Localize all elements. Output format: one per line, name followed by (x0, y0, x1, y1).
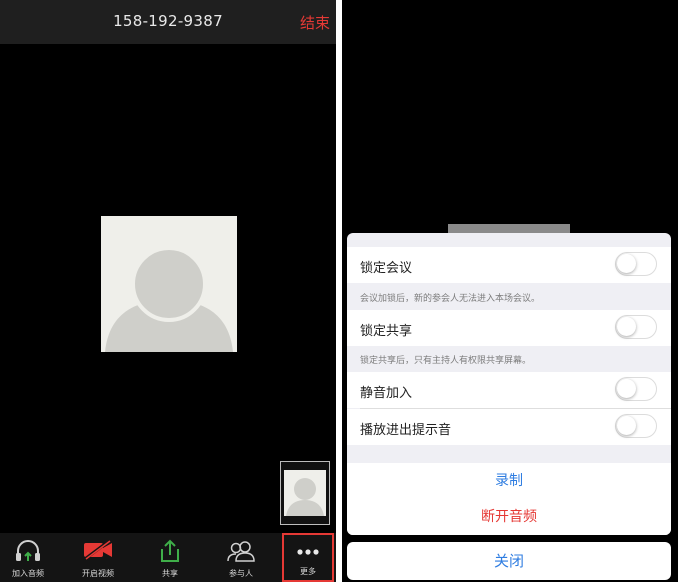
mute-on-entry-row: 静音加入 (347, 372, 671, 408)
lock-share-row: 锁定共享 (347, 310, 671, 346)
headphones-icon (16, 540, 40, 561)
share-button[interactable]: 共享 (142, 533, 198, 582)
more-icon (297, 549, 319, 555)
lock-share-hint: 锁定共享后，只有主持人有权限共享屏幕。 (360, 356, 532, 366)
meeting-screen: 158-192-9387 结束 加入音频 开启视频 共享 参与人 更多 (0, 0, 336, 582)
join-audio-button[interactable]: 加入音频 (0, 533, 56, 582)
toggle-knob (617, 379, 636, 398)
more-button[interactable]: 更多 (282, 533, 334, 582)
start-video-label: 开启视频 (82, 569, 114, 578)
lock-meeting-label: 锁定会议 (360, 261, 413, 276)
toggle-knob (617, 254, 636, 273)
toggle-knob (617, 416, 636, 435)
phone-number: 158-192-9387 (113, 12, 223, 30)
toggle-knob (617, 317, 636, 336)
close-button[interactable]: 关闭 (347, 542, 671, 580)
participant-avatar (101, 216, 237, 352)
more-options-screen: 锁定会议 会议加锁后，新的参会人无法进入本场会议。 锁定共享 锁定共享后，只有主… (342, 0, 678, 582)
participants-label: 参与人 (229, 569, 253, 578)
participants-button[interactable]: 参与人 (213, 533, 269, 582)
more-label: 更多 (300, 567, 316, 576)
avatar-placeholder-icon (286, 478, 324, 516)
chime-label: 播放进出提示音 (360, 423, 452, 438)
avatar-placeholder-icon (105, 246, 233, 352)
end-call-button[interactable]: 结束 (300, 12, 330, 33)
lock-meeting-toggle[interactable] (615, 252, 657, 276)
participants-icon (227, 541, 255, 562)
more-options-sheet: 锁定会议 会议加锁后，新的参会人无法进入本场会议。 锁定共享 锁定共享后，只有主… (347, 233, 671, 535)
lock-meeting-hint: 会议加锁后，新的参会人无法进入本场会议。 (360, 294, 541, 304)
lock-meeting-row: 锁定会议 (347, 247, 671, 283)
start-video-button[interactable]: 开启视频 (70, 533, 126, 582)
video-off-icon (84, 539, 112, 561)
share-label: 共享 (162, 569, 178, 578)
chime-toggle[interactable] (615, 414, 657, 438)
share-icon (161, 539, 179, 562)
self-avatar (284, 470, 326, 516)
lock-share-toggle[interactable] (615, 315, 657, 339)
lock-share-label: 锁定共享 (360, 324, 413, 339)
meeting-toolbar: 加入音频 开启视频 共享 参与人 更多 (0, 533, 336, 582)
self-view-thumbnail[interactable] (280, 461, 330, 525)
join-audio-label: 加入音频 (12, 569, 44, 578)
record-button[interactable]: 录制 (347, 463, 671, 499)
chime-row: 播放进出提示音 (347, 409, 671, 445)
mute-on-entry-label: 静音加入 (360, 386, 413, 401)
disconnect-audio-button[interactable]: 断开音频 (347, 499, 671, 535)
mute-on-entry-toggle[interactable] (615, 377, 657, 401)
call-header: 158-192-9387 结束 (0, 0, 336, 44)
